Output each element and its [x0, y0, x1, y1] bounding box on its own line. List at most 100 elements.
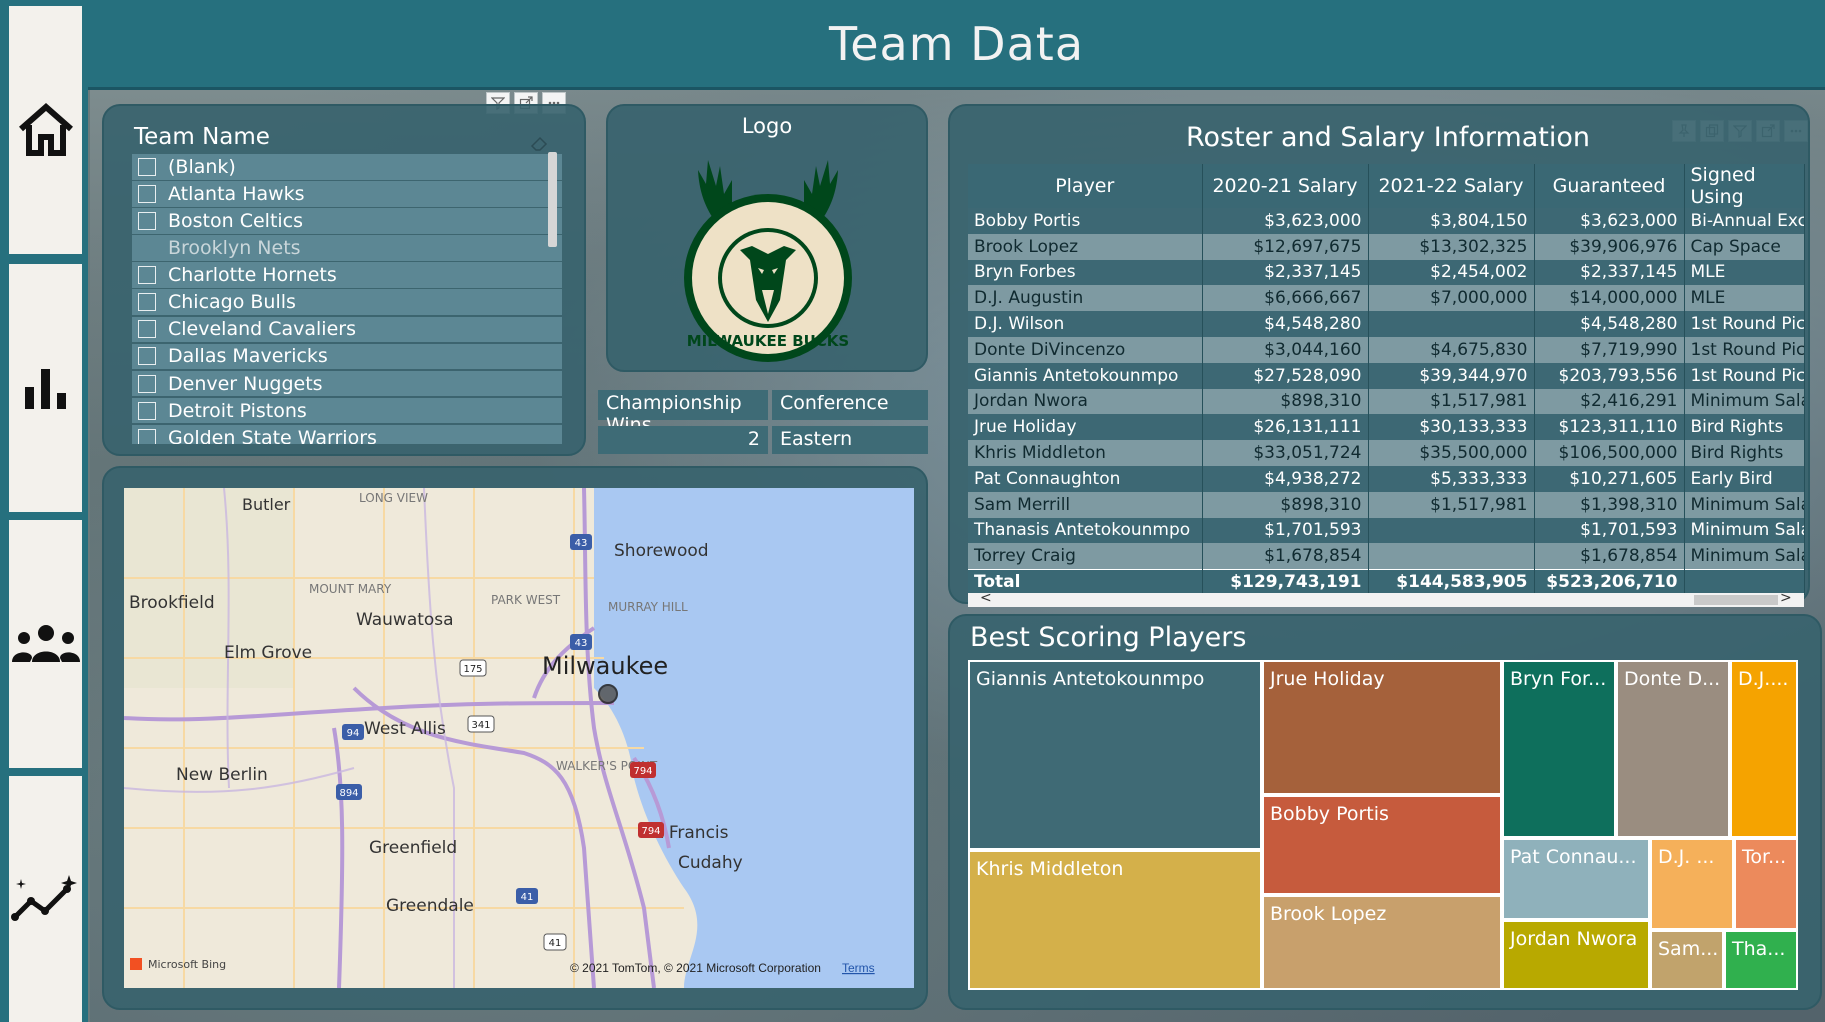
page-title: Team Data — [828, 16, 1085, 71]
team-logo-image: MILWAUKEE BUCKS — [684, 160, 852, 362]
roster-horizontal-scrollbar[interactable]: < > — [968, 590, 1804, 607]
column-header[interactable]: 2021-22 Salary — [1368, 164, 1535, 208]
table-cell: $30,133,333 — [1368, 414, 1535, 441]
table-cell — [1368, 311, 1535, 337]
team-cards: Championship Wins Conference 2 Eastern — [598, 390, 928, 456]
slicer-item[interactable]: Golden State Warriors — [132, 424, 562, 444]
slicer-item[interactable]: Detroit Pistons — [132, 397, 562, 424]
treemap-tile[interactable]: Sam... — [1650, 930, 1724, 990]
table-cell: Minimum Salary — [1684, 388, 1805, 415]
treemap-tile[interactable]: Pat Connau... — [1502, 838, 1650, 920]
table-row[interactable]: Bryn Forbes $2,337,145 $2,454,002 $2,337,14… — [968, 259, 1805, 286]
table-row[interactable]: Jrue Holiday $26,131,111 $30,133,333 $123,3… — [968, 414, 1805, 441]
highway-shield: 43 — [570, 634, 592, 650]
left-nav — [0, 0, 88, 1022]
checkbox[interactable] — [138, 239, 156, 257]
checkbox[interactable] — [138, 266, 156, 285]
map[interactable]: Butler LONG VIEW Shorewood Brookfield MO… — [124, 488, 914, 988]
checkbox[interactable] — [138, 347, 156, 366]
table-cell: Minimum Salary — [1684, 543, 1805, 570]
table-row[interactable]: D.J. Augustin $6,666,667 $7,000,000 $14,000… — [968, 285, 1805, 312]
nav-players-button[interactable] — [9, 520, 82, 768]
conference-value: Eastern — [772, 426, 928, 454]
sparkle-line-icon — [10, 875, 77, 921]
checkbox[interactable] — [138, 211, 156, 230]
slicer-item-label: Brooklyn Nets — [168, 237, 301, 260]
slicer-item[interactable]: Chicago Bulls — [132, 289, 562, 315]
table-row[interactable]: Jordan Nwora $898,310 $1,517,981 $2,416,291… — [968, 388, 1805, 415]
treemap-tile[interactable]: Bryn For... — [1502, 660, 1616, 838]
slicer-title: Team Name — [134, 124, 270, 150]
checkbox[interactable] — [138, 374, 156, 393]
bing-attribution: Microsoft Bing — [148, 958, 226, 971]
checkbox[interactable] — [138, 320, 156, 339]
slicer-scrollbar[interactable] — [548, 152, 557, 247]
treemap-tile[interactable]: Bobby Portis — [1262, 795, 1502, 895]
slicer-item[interactable]: Dallas Mavericks — [132, 343, 562, 370]
checkbox[interactable] — [138, 428, 156, 444]
svg-text:894: 894 — [339, 788, 358, 799]
treemap-tile[interactable]: Giannis Antetokounmpo — [968, 660, 1262, 850]
table-cell: Bobby Portis — [968, 208, 1203, 234]
nav-home-button[interactable] — [9, 6, 82, 254]
treemap-tile[interactable]: Tor... — [1734, 838, 1798, 930]
table-row[interactable]: Sam Merrill $898,310 $1,517,981 $1,398,310 M… — [968, 491, 1805, 518]
slicer-item[interactable]: Brooklyn Nets — [132, 235, 562, 261]
location-marker[interactable] — [598, 684, 618, 704]
table-row[interactable]: Thanasis Antetokounmpo $1,701,593 $1,701,5… — [968, 517, 1805, 544]
table-row[interactable]: Khris Middleton $33,051,724 $35,500,000 $10… — [968, 440, 1805, 466]
map-canvas[interactable]: Butler LONG VIEW Shorewood Brookfield MO… — [124, 488, 914, 988]
logo-text: MILWAUKEE BUCKS — [687, 332, 850, 350]
slicer-item[interactable]: Atlanta Hawks — [132, 181, 562, 207]
map-panel: Butler LONG VIEW Shorewood Brookfield MO… — [102, 466, 928, 1010]
slicer-item[interactable]: Denver Nuggets — [132, 370, 562, 397]
table-cell: Bird Rights — [1684, 440, 1805, 466]
treemap-tile[interactable]: Khris Middleton — [968, 850, 1262, 990]
table-cell: $123,311,110 — [1534, 414, 1685, 441]
table-row[interactable]: Giannis Antetokounmpo $27,528,090 $39,344,… — [968, 362, 1805, 389]
column-header[interactable]: Player — [968, 164, 1203, 208]
table-cell: $5,333,333 — [1368, 465, 1535, 492]
treemap-tile[interactable]: Tha... — [1724, 930, 1798, 990]
column-header[interactable]: Guaranteed — [1534, 164, 1685, 208]
checkbox[interactable] — [138, 293, 156, 312]
map-label: Wauwatosa — [356, 610, 454, 630]
checkbox[interactable] — [138, 401, 156, 420]
table-row[interactable]: D.J. Wilson $4,548,280 $4,548,280 1st Round… — [968, 311, 1805, 337]
slicer-item[interactable]: (Blank) — [132, 154, 562, 180]
table-row[interactable]: Bobby Portis $3,623,000 $3,804,150 $3,623,0… — [968, 208, 1805, 234]
column-header[interactable]: Signed Using — [1684, 164, 1805, 208]
microsoft-logo-icon — [130, 958, 142, 970]
map-label: PARK WEST — [491, 593, 561, 607]
eraser-icon[interactable] — [528, 132, 550, 154]
table-cell: $33,051,724 — [1202, 440, 1369, 466]
nav-trends-button[interactable] — [9, 776, 82, 1022]
table-cell: $4,548,280 — [1534, 311, 1685, 337]
table-cell: $3,623,000 — [1534, 208, 1685, 234]
map-terms-link[interactable]: Terms — [842, 961, 875, 975]
table-cell: Thanasis Antetokounmpo — [968, 517, 1203, 544]
table-row[interactable]: Brook Lopez $12,697,675 $13,302,325 $39,906… — [968, 233, 1805, 260]
svg-text:41: 41 — [549, 938, 562, 949]
treemap-tile[interactable]: D.J.... — [1730, 660, 1798, 838]
nav-stats-button[interactable] — [9, 264, 82, 512]
treemap-tile[interactable]: Jrue Holiday — [1262, 660, 1502, 795]
slicer-item[interactable]: Cleveland Cavaliers — [132, 316, 562, 343]
table-row[interactable]: Donte DiVincenzo $3,044,160 $4,675,830 $7,7… — [968, 336, 1805, 363]
column-header[interactable]: 2020-21 Salary — [1202, 164, 1369, 208]
treemap-tile[interactable]: Brook Lopez — [1262, 895, 1502, 990]
table-row[interactable]: Torrey Craig $1,678,854 $1,678,854 Minimum … — [968, 543, 1805, 570]
treemap-tile[interactable]: Jordan Nwora — [1502, 920, 1650, 990]
checkbox[interactable] — [138, 184, 156, 203]
table-row[interactable]: Pat Connaughton $4,938,272 $5,333,333 $10,2… — [968, 465, 1805, 492]
scroll-left-arrow[interactable]: < — [980, 590, 992, 606]
treemap-tile[interactable]: Donte D... — [1616, 660, 1730, 838]
scroll-thumb[interactable] — [1694, 595, 1778, 605]
slicer-item-label: Detroit Pistons — [168, 399, 307, 422]
slicer-item[interactable]: Charlotte Hornets — [132, 262, 562, 288]
scroll-right-arrow[interactable]: > — [1780, 590, 1792, 606]
slicer-item[interactable]: Boston Celtics — [132, 208, 562, 234]
checkbox[interactable] — [138, 157, 156, 176]
slicer-item-label: Boston Celtics — [168, 209, 304, 232]
treemap-tile[interactable]: D.J. ... — [1650, 838, 1734, 930]
